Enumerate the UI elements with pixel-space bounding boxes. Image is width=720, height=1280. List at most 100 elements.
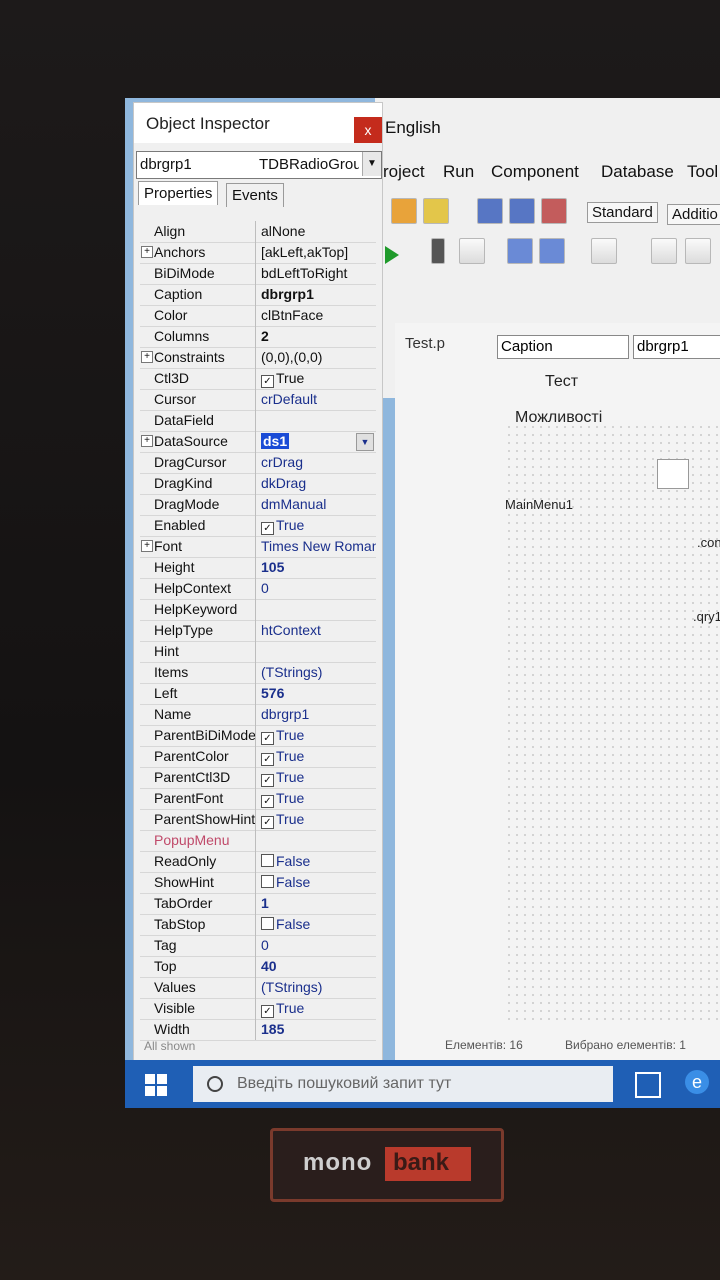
property-row-dragkind[interactable]: DragKind dkDrag [140, 473, 376, 495]
property-row-parentshowhint[interactable]: ParentShowHint ✓ True [140, 809, 376, 831]
checkbox-icon[interactable]: ✓ [261, 1005, 274, 1018]
checkbox-icon[interactable]: ✓ [261, 816, 274, 829]
checkbox-icon[interactable]: ✓ [261, 522, 274, 535]
property-row-dragmode[interactable]: DragMode dmManual [140, 494, 376, 516]
property-row-enabled[interactable]: Enabled ✓ True [140, 515, 376, 537]
property-value[interactable]: 2 [258, 326, 376, 347]
property-row-readonly[interactable]: ReadOnly False [140, 851, 376, 873]
property-value[interactable]: ds1 ▼ [258, 431, 376, 452]
property-row-datafield[interactable]: DataField [140, 410, 376, 432]
property-row-constraints[interactable]: Constraints(0,0),(0,0) [140, 347, 376, 369]
form-main-menu-bar[interactable]: Можливості [515, 409, 602, 427]
property-value[interactable]: alNone [258, 221, 376, 242]
menu-project[interactable]: roject [383, 162, 425, 182]
property-row-align[interactable]: Align alNone [140, 221, 376, 243]
property-value[interactable]: 1 [258, 893, 376, 914]
property-row-columns[interactable]: Columns 2 [140, 326, 376, 348]
property-value[interactable]: htContext [258, 620, 376, 641]
property-value[interactable]: ✓ True [258, 515, 376, 536]
property-row-items[interactable]: Items (TStrings) [140, 662, 376, 684]
property-value[interactable]: ✓ True [258, 746, 376, 767]
form-grid[interactable] [505, 423, 720, 1023]
property-value[interactable]: 0 [258, 578, 376, 599]
property-value[interactable]: 40 [258, 956, 376, 977]
datasource-value[interactable]: ds1 [261, 433, 290, 449]
caption-combo[interactable]: Caption [497, 335, 629, 359]
property-row-bidimode[interactable]: BiDiMode bdLeftToRight [140, 263, 376, 285]
close-button[interactable]: x [354, 117, 382, 143]
checkbox-icon[interactable]: ✓ [261, 732, 274, 745]
mainmenu-palette-icon[interactable] [685, 238, 711, 264]
palette-tab-additional[interactable]: Additio [667, 204, 720, 225]
tab-events[interactable]: Events [226, 183, 284, 207]
menu-run[interactable]: Run [443, 162, 474, 182]
property-row-height[interactable]: Height 105 [140, 557, 376, 579]
task-view-icon[interactable] [635, 1072, 661, 1098]
menu-tools[interactable]: Tool [687, 162, 718, 182]
checkbox-icon[interactable]: ✓ [261, 753, 274, 766]
component-selector[interactable]: dbrgrp1 TDBRadioGrou ▼ [136, 151, 382, 179]
property-row-parentbidimode[interactable]: ParentBiDiMode ✓ True [140, 725, 376, 747]
property-row-parentctl3d[interactable]: ParentCtl3D ✓ True [140, 767, 376, 789]
property-row-top[interactable]: Top 40 [140, 956, 376, 978]
property-value[interactable]: False [258, 872, 376, 893]
property-row-taborder[interactable]: TabOrder 1 [140, 893, 376, 915]
mainmenu-icon[interactable] [657, 459, 689, 489]
stop-icon[interactable] [459, 238, 485, 264]
checkbox-icon[interactable] [261, 875, 274, 888]
property-row-left[interactable]: Left 576 [140, 683, 376, 705]
property-value[interactable]: (0,0),(0,0) [258, 347, 376, 368]
property-row-font[interactable]: FontTimes New Roman [140, 536, 376, 558]
property-row-tag[interactable]: Tag 0 [140, 935, 376, 957]
property-row-name[interactable]: Name dbrgrp1 [140, 704, 376, 726]
property-row-dragcursor[interactable]: DragCursor crDrag [140, 452, 376, 474]
property-value[interactable]: ✓ True [258, 809, 376, 830]
property-row-caption[interactable]: Caption dbrgrp1 [140, 284, 376, 306]
property-value[interactable]: dbrgrp1 [258, 704, 376, 725]
property-value[interactable]: ✓ True [258, 368, 376, 389]
property-value[interactable] [258, 599, 376, 620]
palette-tab-standard[interactable]: Standard [587, 202, 658, 223]
property-value[interactable]: bdLeftToRight [258, 263, 376, 284]
step-icon[interactable] [507, 238, 533, 264]
checkbox-icon[interactable]: ✓ [261, 774, 274, 787]
book-icon[interactable] [477, 198, 503, 224]
edge-icon[interactable]: e [685, 1070, 709, 1094]
property-row-showhint[interactable]: ShowHint False [140, 872, 376, 894]
property-value[interactable]: dkDrag [258, 473, 376, 494]
property-value[interactable]: ✓ True [258, 725, 376, 746]
property-row-hint[interactable]: Hint [140, 641, 376, 663]
property-value[interactable]: False [258, 914, 376, 935]
property-value[interactable] [258, 410, 376, 431]
property-row-parentcolor[interactable]: ParentColor ✓ True [140, 746, 376, 768]
property-value[interactable]: Times New Roman [258, 536, 376, 557]
pause-icon[interactable] [431, 238, 445, 264]
property-row-values[interactable]: Values (TStrings) [140, 977, 376, 999]
property-row-popupmenu[interactable]: PopupMenu [140, 830, 376, 852]
property-row-tabstop[interactable]: TabStop False [140, 914, 376, 936]
property-value[interactable]: dbrgrp1 [258, 284, 376, 305]
property-row-datasource[interactable]: DataSource ds1 ▼ [140, 431, 376, 453]
property-value[interactable]: 576 [258, 683, 376, 704]
property-row-helpkeyword[interactable]: HelpKeyword [140, 599, 376, 621]
checkbox-icon[interactable] [261, 917, 274, 930]
property-row-ctl3d[interactable]: Ctl3D ✓ True [140, 368, 376, 390]
property-row-width[interactable]: Width 185 [140, 1019, 376, 1041]
frame-icon[interactable] [651, 238, 677, 264]
property-value[interactable]: ✓ True [258, 998, 376, 1019]
property-value[interactable]: [akLeft,akTop] [258, 242, 376, 263]
windows-start-icon[interactable] [145, 1074, 167, 1096]
property-value[interactable]: (TStrings) [258, 662, 376, 683]
tab-properties[interactable]: Properties [138, 181, 219, 205]
menu-database[interactable]: Database [601, 162, 674, 182]
pointer-icon[interactable] [591, 238, 617, 264]
menu-component[interactable]: Component [491, 162, 579, 182]
property-row-helpcontext[interactable]: HelpContext 0 [140, 578, 376, 600]
open-icon[interactable] [391, 198, 417, 224]
property-value[interactable] [258, 641, 376, 662]
taskbar-search[interactable]: Введіть пошуковий запит тут [193, 1066, 613, 1102]
property-value[interactable]: ✓ True [258, 788, 376, 809]
property-value[interactable]: dmManual [258, 494, 376, 515]
property-value[interactable]: clBtnFace [258, 305, 376, 326]
property-row-cursor[interactable]: Cursor crDefault [140, 389, 376, 411]
